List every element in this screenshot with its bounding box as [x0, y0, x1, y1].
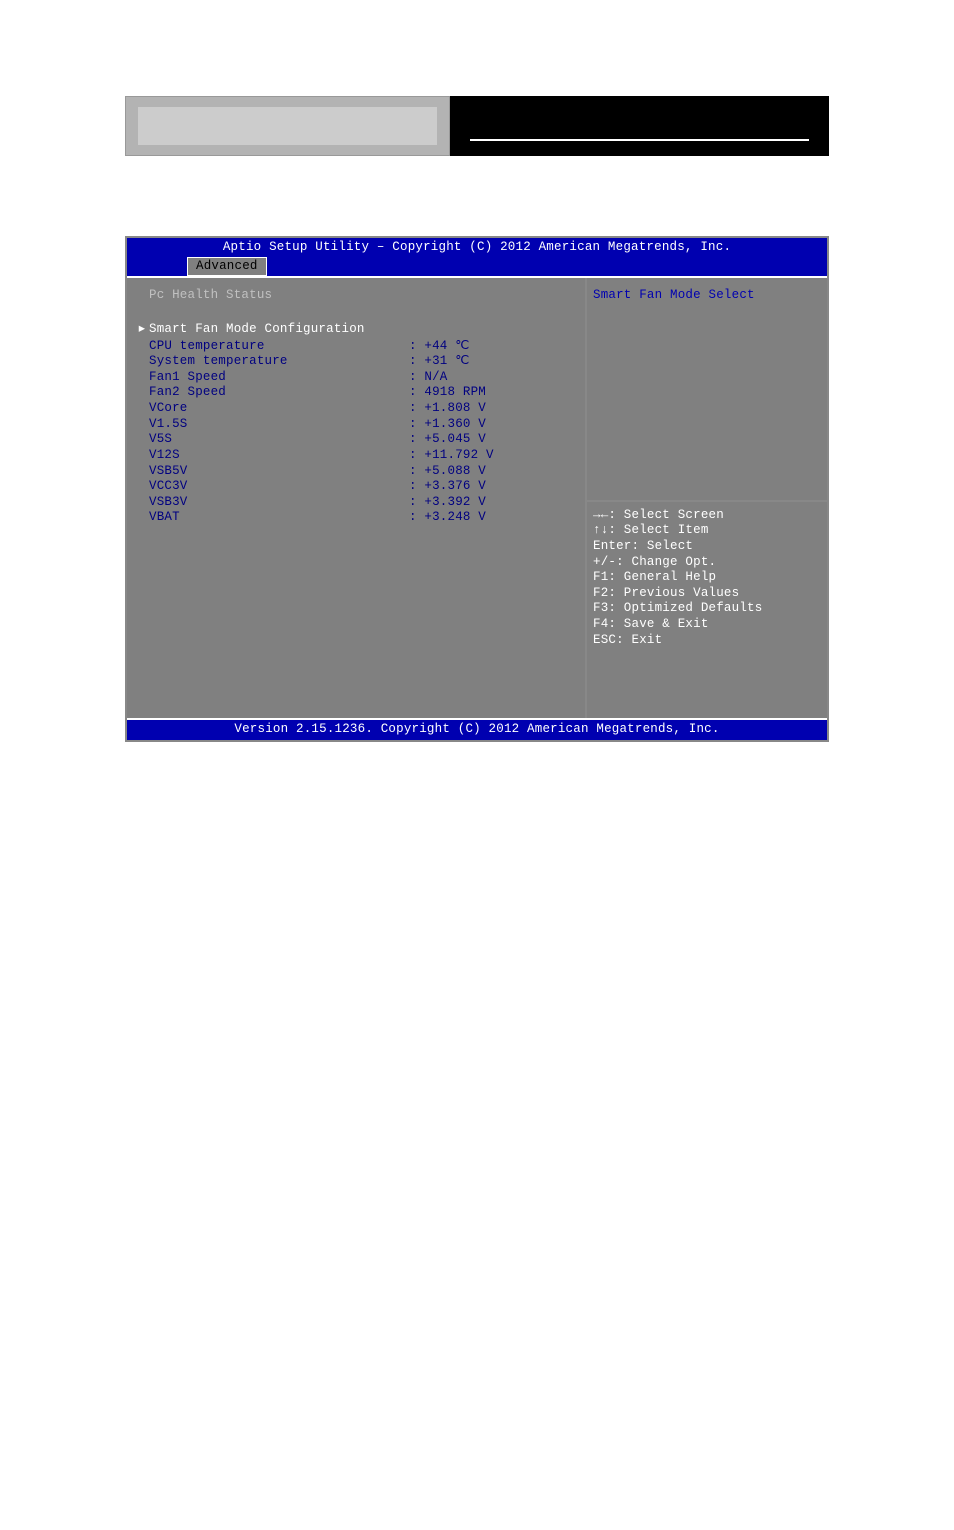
- value-system-temp: : +31 ℃: [409, 354, 577, 370]
- bios-help-panel: Smart Fan Mode Select →←: Select Screen …: [585, 278, 827, 718]
- value-fan1-speed: : N/A: [409, 370, 577, 386]
- help-spacer: [593, 304, 821, 476]
- header-divider-line: [470, 139, 809, 141]
- value-fan2-speed: : 4918 RPM: [409, 385, 577, 401]
- header-right-block: [450, 96, 829, 156]
- header-left-inner: [138, 107, 437, 145]
- row-vcc3v: VCC3V : +3.376 V: [135, 479, 577, 495]
- help-key-enter: Enter: Select: [593, 539, 821, 555]
- bios-titlebar: Aptio Setup Utility – Copyright (C) 2012…: [127, 238, 827, 257]
- label-vcore: VCore: [149, 401, 409, 417]
- label-fan1-speed: Fan1 Speed: [149, 370, 409, 386]
- help-keys: →←: Select Screen ↑↓: Select Item Enter:…: [593, 508, 821, 649]
- help-key-change-opt: +/-: Change Opt.: [593, 555, 821, 571]
- bios-screen: Aptio Setup Utility – Copyright (C) 2012…: [125, 236, 829, 742]
- label-fan2-speed: Fan2 Speed: [149, 385, 409, 401]
- help-key-previous-values: F2: Previous Values: [593, 586, 821, 602]
- value-vcc3v: : +3.376 V: [409, 479, 577, 495]
- row-vcore: VCore : +1.808 V: [135, 401, 577, 417]
- row-system-temp: System temperature : +31 ℃: [135, 354, 577, 370]
- label-vsb5v: VSB5V: [149, 464, 409, 480]
- value-cpu-temp: : +44 ℃: [409, 339, 577, 355]
- tab-advanced[interactable]: Advanced: [187, 257, 267, 277]
- header-left-block: [125, 96, 450, 156]
- value-v1-5s: : +1.360 V: [409, 417, 577, 433]
- help-title: Smart Fan Mode Select: [593, 288, 821, 304]
- help-divider: [587, 500, 827, 502]
- row-vsb5v: VSB5V : +5.088 V: [135, 464, 577, 480]
- help-key-select-screen: →←: Select Screen: [593, 508, 821, 524]
- row-v5s: V5S : +5.045 V: [135, 432, 577, 448]
- label-vbat: VBAT: [149, 510, 409, 526]
- value-vsb3v: : +3.392 V: [409, 495, 577, 511]
- label-cpu-temp: CPU temperature: [149, 339, 409, 355]
- help-key-select-item: ↑↓: Select Item: [593, 523, 821, 539]
- submenu-arrow-icon: ▸: [135, 322, 149, 338]
- help-key-general-help: F1: General Help: [593, 570, 821, 586]
- row-v1-5s: V1.5S : +1.360 V: [135, 417, 577, 433]
- row-v12s: V12S : +11.792 V: [135, 448, 577, 464]
- value-v12s: : +11.792 V: [409, 448, 577, 464]
- label-v1-5s: V1.5S: [149, 417, 409, 433]
- row-fan2-speed: Fan2 Speed : 4918 RPM: [135, 385, 577, 401]
- page-header: [125, 96, 829, 156]
- value-vcore: : +1.808 V: [409, 401, 577, 417]
- bios-tab-row: Advanced: [127, 257, 827, 277]
- label-vcc3v: VCC3V: [149, 479, 409, 495]
- label-system-temp: System temperature: [149, 354, 409, 370]
- bios-footer: Version 2.15.1236. Copyright (C) 2012 Am…: [127, 720, 827, 740]
- bios-main-panel: Pc Health Status ▸ Smart Fan Mode Config…: [127, 278, 585, 718]
- label-v5s: V5S: [149, 432, 409, 448]
- submenu-label: Smart Fan Mode Configuration: [149, 322, 365, 338]
- section-title: Pc Health Status: [149, 288, 577, 304]
- label-vsb3v: VSB3V: [149, 495, 409, 511]
- help-key-optimized-defaults: F3: Optimized Defaults: [593, 601, 821, 617]
- row-vbat: VBAT : +3.248 V: [135, 510, 577, 526]
- value-vsb5v: : +5.088 V: [409, 464, 577, 480]
- help-key-esc: ESC: Exit: [593, 633, 821, 649]
- row-cpu-temp: CPU temperature : +44 ℃: [135, 339, 577, 355]
- bios-body: Pc Health Status ▸ Smart Fan Mode Config…: [127, 276, 827, 720]
- help-key-save-exit: F4: Save & Exit: [593, 617, 821, 633]
- row-fan1-speed: Fan1 Speed : N/A: [135, 370, 577, 386]
- value-vbat: : +3.248 V: [409, 510, 577, 526]
- row-vsb3v: VSB3V : +3.392 V: [135, 495, 577, 511]
- help-bottom-pad: [593, 648, 821, 708]
- label-v12s: V12S: [149, 448, 409, 464]
- value-v5s: : +5.045 V: [409, 432, 577, 448]
- submenu-smart-fan[interactable]: ▸ Smart Fan Mode Configuration: [135, 322, 577, 338]
